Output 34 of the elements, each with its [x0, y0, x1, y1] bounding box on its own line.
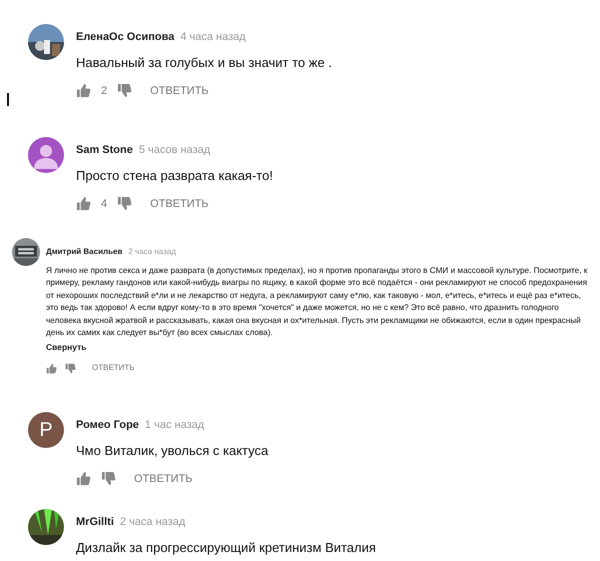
comment-time[interactable]: 1 час назад — [144, 419, 204, 432]
thumb-up-icon[interactable] — [76, 83, 91, 98]
thumb-down-icon[interactable] — [117, 196, 132, 212]
comment-time[interactable]: 2 часа назад — [128, 247, 176, 256]
avatar-letter: P — [39, 418, 53, 444]
thumb-up-icon[interactable] — [76, 196, 91, 212]
thumb-up-icon[interactable] — [76, 471, 91, 486]
comment-text: Дизлайк за прогрессирующий кретинизм Виталия — [76, 539, 376, 558]
avatar[interactable] — [28, 137, 64, 173]
comment-author[interactable]: Дмитрий Васильев — [46, 247, 122, 256]
comment-author[interactable]: Ромео Горе — [76, 419, 139, 432]
comment-author[interactable]: ЕленаОс Осипова — [76, 31, 174, 43]
comment-time[interactable]: 5 часов назад — [138, 144, 210, 156]
comment-text: Чмо Виталик, уволься с кактуса — [76, 442, 268, 460]
like-count: 4 — [101, 196, 108, 212]
avatar[interactable]: P — [28, 412, 64, 448]
thumb-down-icon[interactable] — [101, 471, 116, 486]
comment-text: Навальный за голубых и вы значит то же . — [76, 54, 332, 72]
collapse-link[interactable]: Свернуть — [46, 341, 87, 354]
comment-text: Я лично не против секса и даже разврата (в допустимых пределах), но я против пропаганды этого в СМИ и массовой культуре. Посмотрите, к примеру, рекламу гандонов или какой-нибудь виагры по ящику, в какой форме это всё подаётся - они рекламируют не способ предохранения от нехороших последствий е*ли и не лекарство от недуга, а рекламируют саму е*лю, как таковую - мол, е*итесь, е*итесь и ещё раз е*итесь, это ведь так здорово! А если вдруг кому-то в это время "хочется" и даже можется, но не с кем? Это всё равно, что дразнить голодного человека вкусной жратвой и рассказывать, какая она вкусная и ох*ительная. Пусть эти рекламщики не обижаются, если в один прекрасный день их самих как следует вы*бут (во всех смыслах слова). — [46, 265, 588, 340]
comment-time[interactable]: 2 часа назад — [120, 516, 186, 528]
comment-author[interactable]: MrGillti — [76, 516, 114, 528]
like-count: 2 — [101, 84, 108, 98]
reply-button[interactable]: ОТВЕТИТЬ — [134, 470, 193, 488]
thumb-down-icon[interactable] — [65, 362, 76, 374]
comment-time[interactable]: 4 часа назад — [180, 31, 246, 43]
comment-author[interactable]: Sam Stone — [76, 144, 133, 156]
comment-text: Просто стена разврата какая-то! — [76, 167, 273, 185]
thumb-down-icon[interactable] — [117, 83, 132, 98]
reply-button[interactable]: ОТВЕТИТЬ — [92, 362, 135, 374]
text-cursor-icon — [7, 93, 10, 106]
reply-button[interactable]: ОТВЕТИТЬ — [150, 82, 209, 99]
reply-button[interactable]: ОТВЕТИТЬ — [150, 196, 209, 212]
thumb-up-icon[interactable] — [46, 362, 57, 374]
